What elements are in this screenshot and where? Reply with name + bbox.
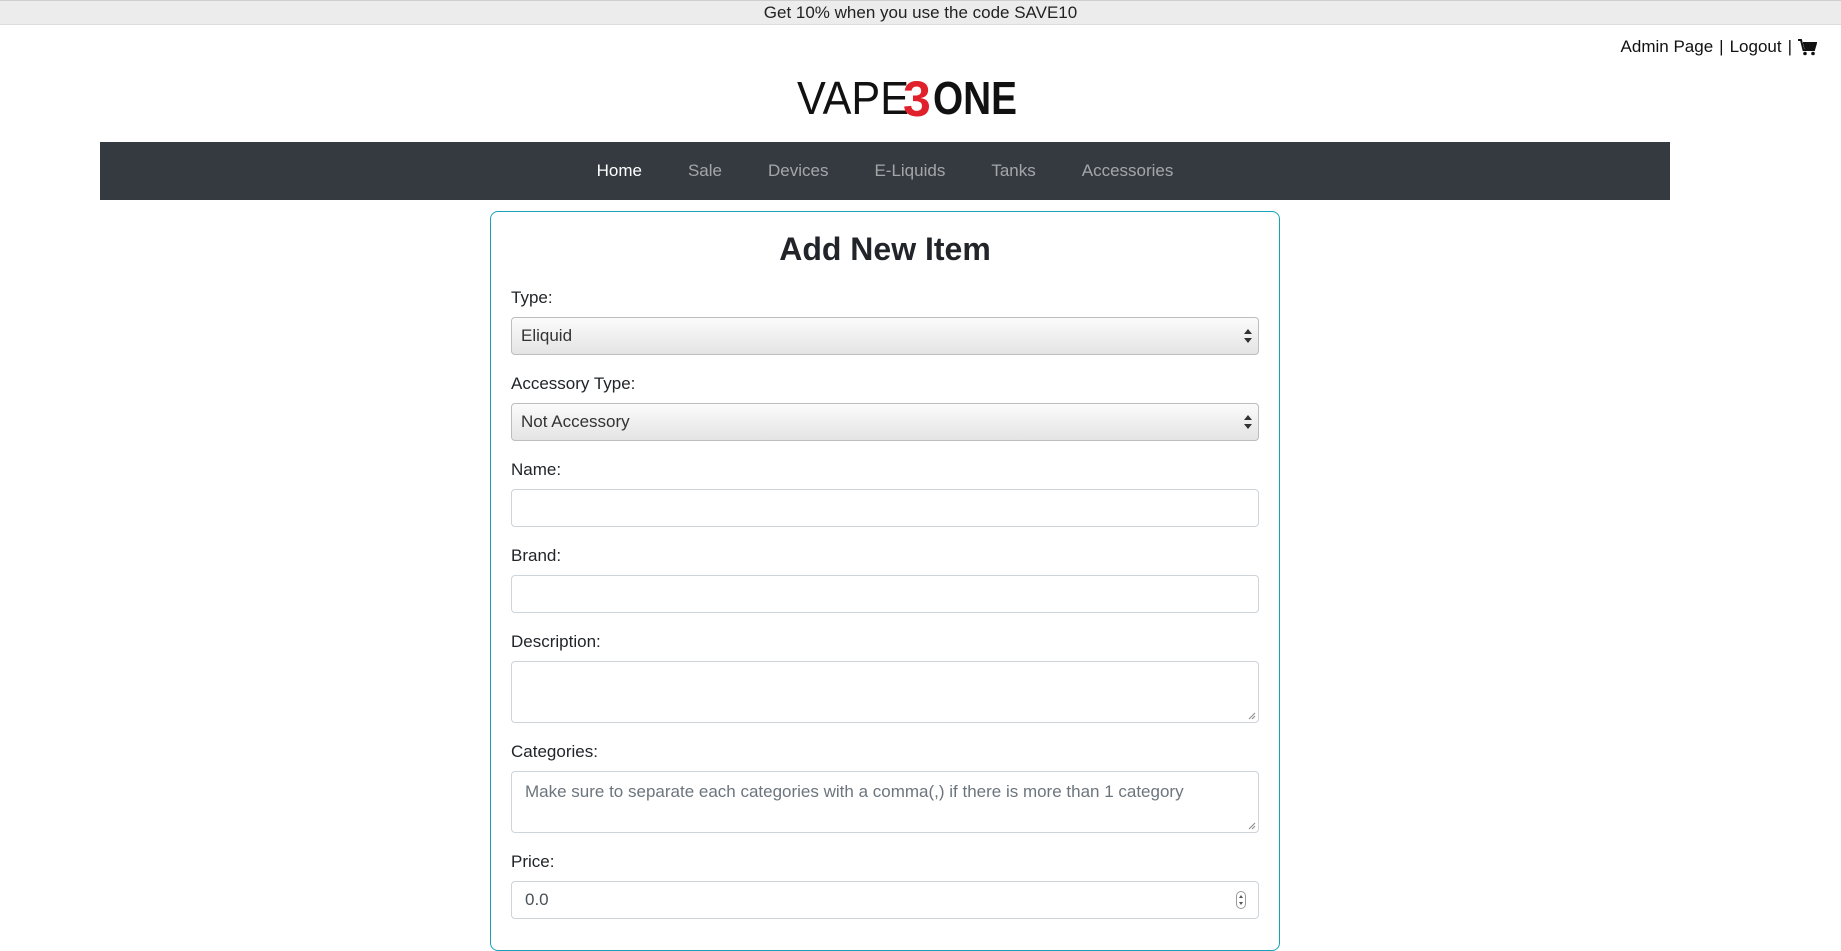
- shopping-cart-icon[interactable]: [1798, 38, 1818, 56]
- nav-tanks[interactable]: Tanks: [991, 161, 1035, 181]
- logo-text-one: ONE: [933, 74, 1017, 122]
- categories-label: Categories:: [511, 742, 598, 761]
- categories-placeholder: Make sure to separate each categories wi…: [525, 782, 1184, 801]
- separator: |: [1719, 37, 1724, 56]
- separator: |: [1787, 37, 1792, 56]
- name-label: Name:: [511, 460, 562, 479]
- type-select-value: Eliquid: [521, 326, 573, 345]
- description-label: Description:: [511, 632, 601, 651]
- form-title: Add New Item: [779, 231, 991, 267]
- resize-grip-icon[interactable]: [1248, 822, 1256, 830]
- type-select[interactable]: Eliquid: [511, 317, 1259, 355]
- accessory-type-select-value: Not Accessory: [521, 412, 630, 431]
- nav-accessories[interactable]: Accessories: [1082, 161, 1174, 181]
- select-arrows-icon: [1244, 329, 1252, 343]
- logo-text-vape: VAPE: [797, 74, 909, 122]
- brand-label: Brand:: [511, 546, 562, 565]
- nav-sale[interactable]: Sale: [688, 161, 722, 181]
- resize-grip-icon[interactable]: [1248, 712, 1256, 720]
- nav-e-liquids[interactable]: E-Liquids: [874, 161, 945, 181]
- logout-link[interactable]: Logout: [1730, 37, 1782, 57]
- top-links: Admin Page | Logout |: [1621, 37, 1818, 57]
- add-item-form-card: Add New Item Type: Eliquid Accessory Typ…: [490, 211, 1280, 951]
- nav-devices[interactable]: Devices: [768, 161, 828, 181]
- price-value: 0.0: [525, 890, 549, 909]
- brand-input[interactable]: [511, 575, 1259, 613]
- accessory-type-select[interactable]: Not Accessory: [511, 403, 1259, 441]
- select-arrows-icon: [1244, 415, 1252, 429]
- site-logo[interactable]: VAPE 3 ONE: [797, 71, 1017, 127]
- admin-page-link[interactable]: Admin Page: [1621, 37, 1714, 57]
- description-textarea[interactable]: [511, 661, 1259, 723]
- price-label: Price:: [511, 852, 555, 871]
- number-stepper-icon[interactable]: [1236, 891, 1246, 909]
- promo-banner: Get 10% when you use the code SAVE10: [0, 0, 1841, 25]
- nav-home[interactable]: Home: [597, 161, 642, 181]
- type-label: Type:: [511, 288, 553, 307]
- accessory-type-label: Accessory Type:: [511, 374, 636, 393]
- main-navbar: Home Sale Devices E-Liquids Tanks Access…: [100, 142, 1670, 200]
- name-input[interactable]: [511, 489, 1259, 527]
- categories-textarea[interactable]: Make sure to separate each categories wi…: [511, 771, 1259, 833]
- price-input[interactable]: 0.0: [511, 881, 1259, 919]
- logo-text-3: 3: [903, 74, 931, 122]
- promo-text: Get 10% when you use the code SAVE10: [763, 3, 1078, 22]
